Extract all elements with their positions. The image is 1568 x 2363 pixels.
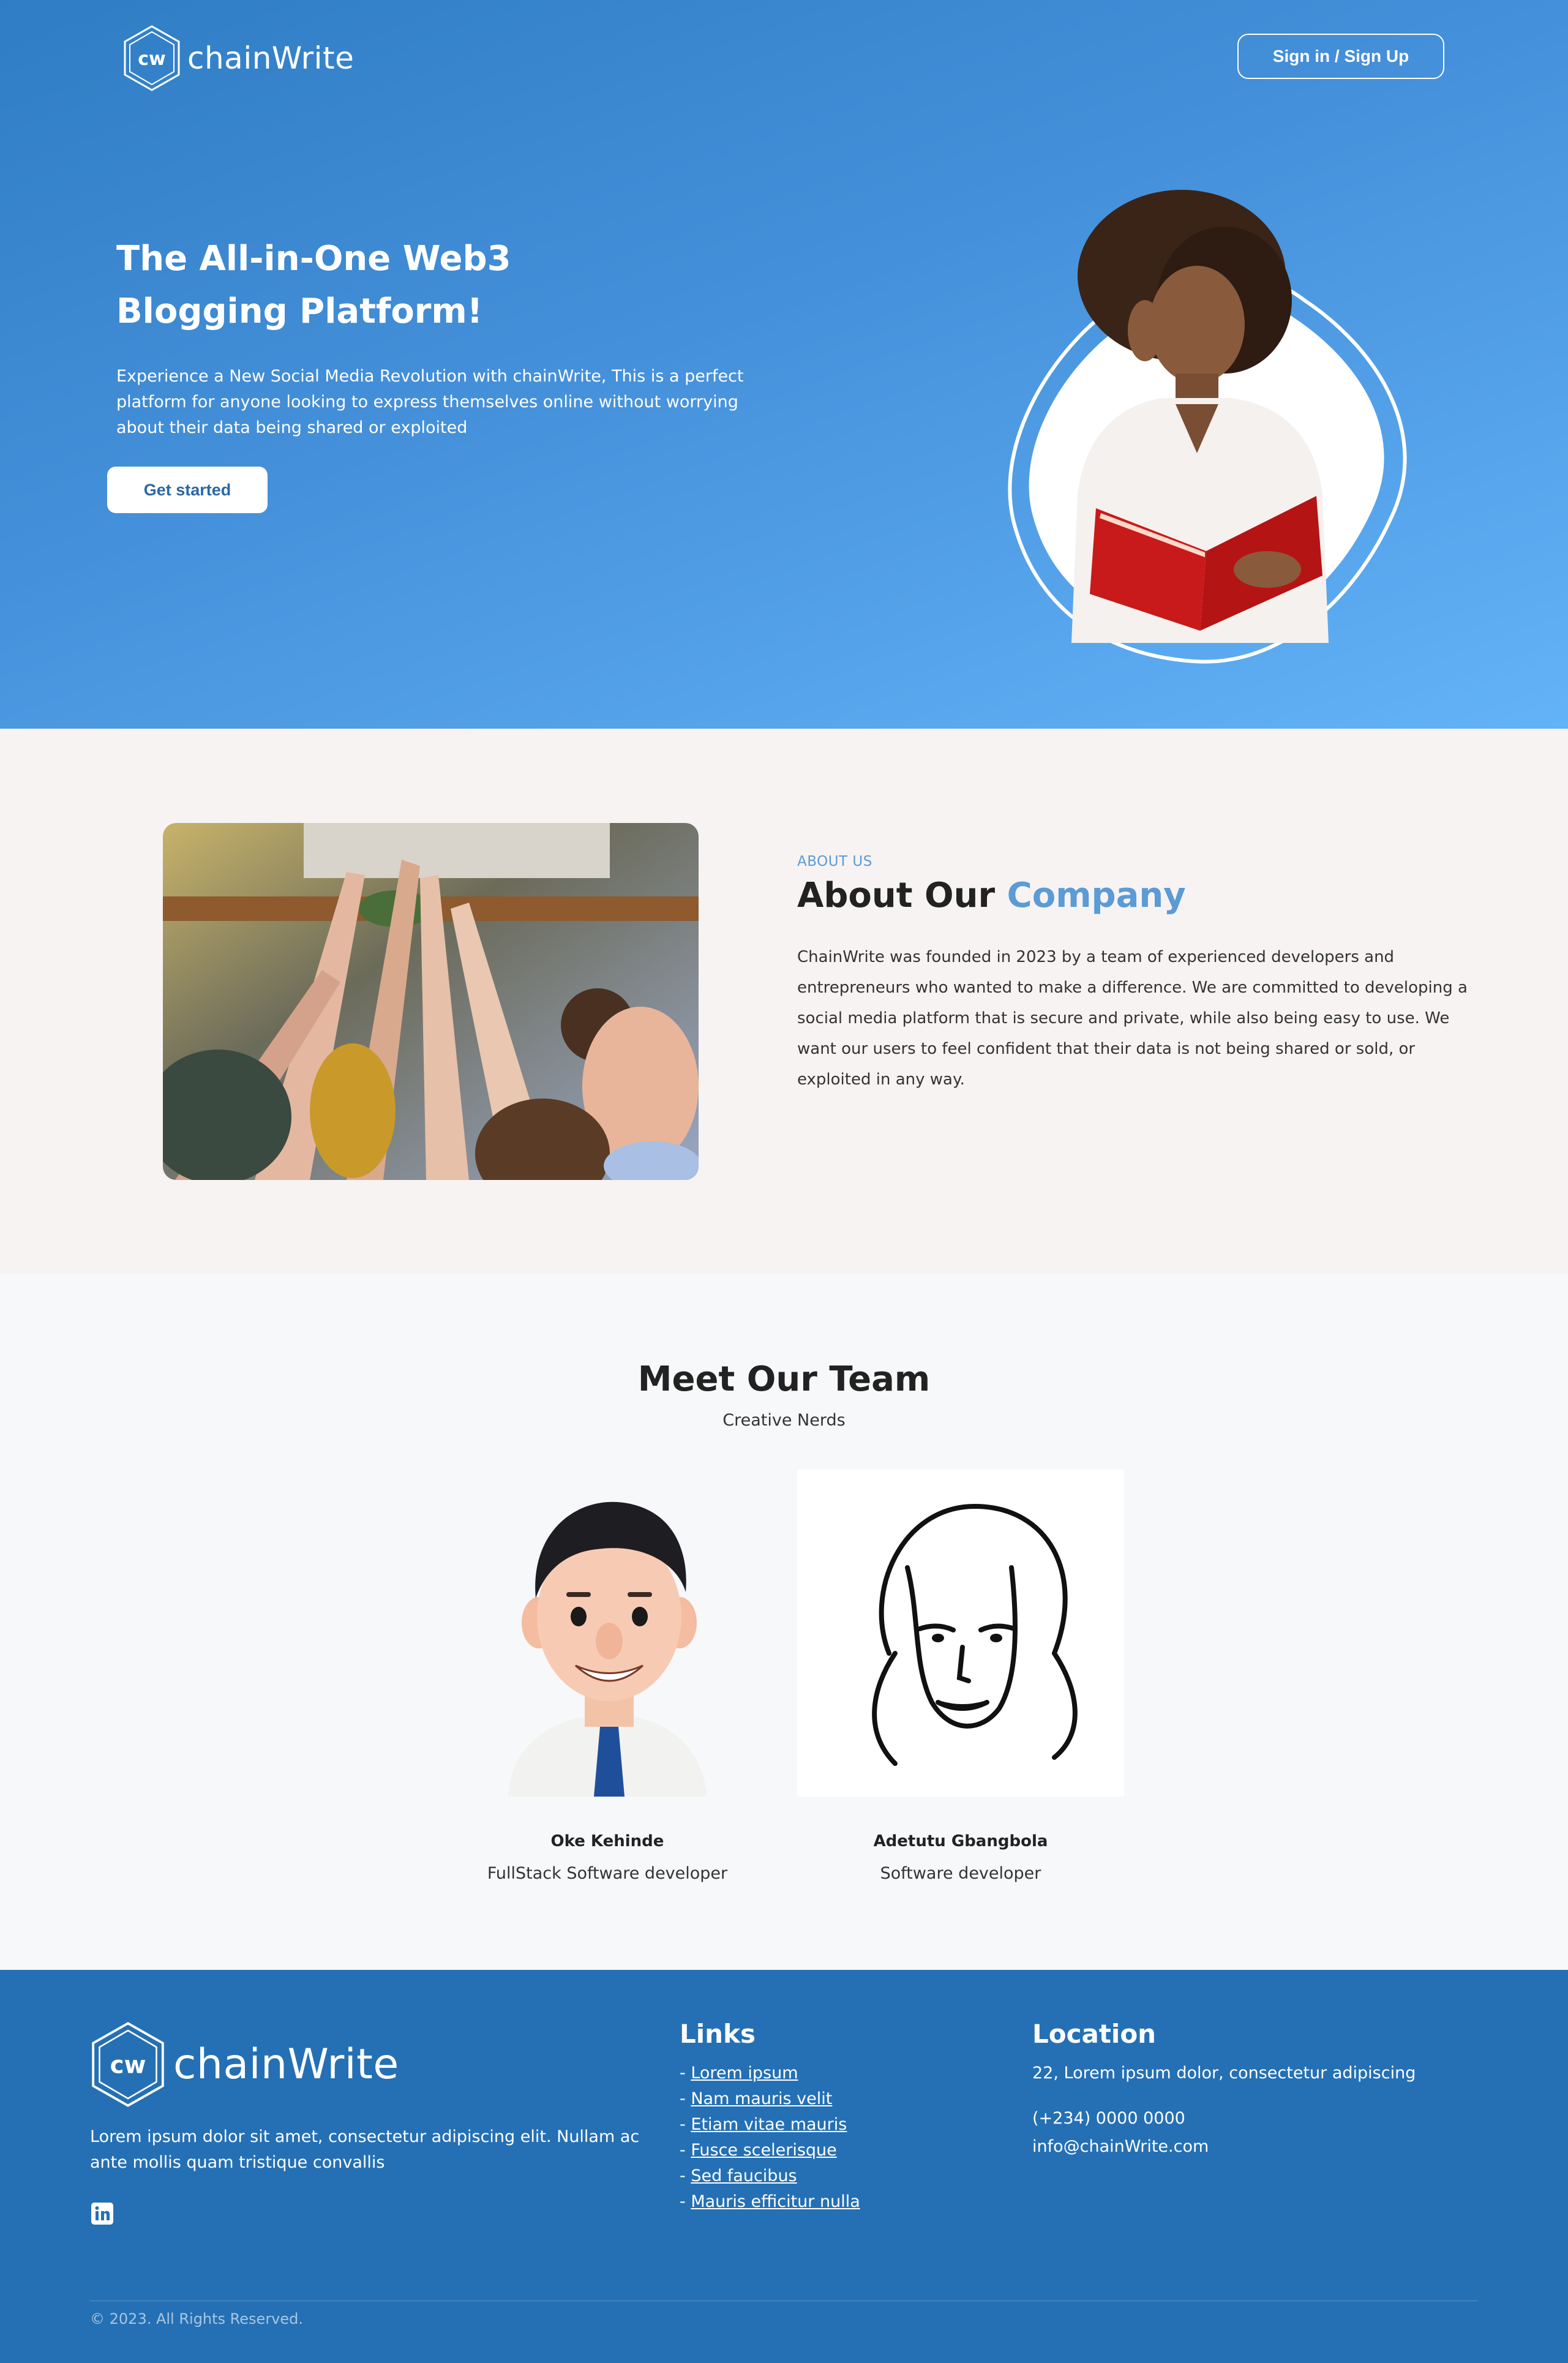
footer-link[interactable]: Lorem ipsum [691, 2064, 798, 2083]
footer-link[interactable]: Sed faucibus [691, 2166, 797, 2185]
logo-hexagon-icon: cw [124, 25, 180, 91]
team-member-name: Oke Kehinde [550, 1832, 664, 1850]
about-title-prefix: About Our [797, 876, 996, 915]
footer-links-list: - Lorem ipsum - Nam mauris velit - Etiam… [680, 2061, 860, 2215]
footer-brand-logo[interactable]: cw chainWrite [90, 2020, 399, 2109]
team-member-avatar [797, 1470, 1124, 1797]
team-member-role: Software developer [880, 1864, 1041, 1883]
about-title-accent: Company [1007, 876, 1186, 915]
signin-button[interactable]: Sign in / Sign Up [1237, 34, 1444, 79]
footer-link[interactable]: Etiam vitae mauris [691, 2115, 847, 2134]
footer-link-item: - Fusce scelerisque [680, 2138, 860, 2163]
logo-mark: cw [110, 2052, 146, 2079]
about-eyebrow: ABOUT US [797, 854, 872, 870]
footer-link-item: - Sed faucibus [680, 2163, 860, 2189]
hero-title: The All-in-One Web3 Blogging Platform! [116, 239, 511, 331]
hero-section: cw chainWrite Sign in / Sign Up The All-… [0, 0, 1568, 729]
hero-description: Experience a New Social Media Revolution… [116, 367, 744, 437]
about-section: ABOUT US About Our Company ChainWrite wa… [0, 729, 1568, 1274]
footer-links-title: Links [680, 2019, 756, 2049]
team-title: Meet Our Team [637, 1359, 931, 1399]
about-body: ChainWrite was founded in 2023 by a team… [797, 948, 1468, 1089]
team-subtitle: Creative Nerds [722, 1411, 846, 1430]
link-bullet: - [680, 2166, 691, 2185]
footer-link-item: - Etiam vitae mauris [680, 2112, 860, 2138]
footer-link[interactable]: Nam mauris velit [691, 2089, 832, 2108]
footer-link-item: - Mauris efficitur nulla [680, 2189, 860, 2215]
team-member-avatar [444, 1470, 771, 1797]
link-bullet: - [680, 2115, 691, 2134]
footer-link-item: - Lorem ipsum [680, 2061, 860, 2086]
footer-location: 22, Lorem ipsum dolor, consectetur adipi… [1032, 2061, 1416, 2160]
hero-woman-reading-illustration [1008, 190, 1407, 664]
footer-location-title: Location [1032, 2019, 1157, 2049]
get-started-button[interactable]: Get started [107, 467, 268, 513]
about-title: About Our Company [797, 876, 1186, 915]
footer-phone: (+234) 0000 0000 [1032, 2109, 1185, 2128]
link-bullet: - [680, 2089, 691, 2108]
footer-brand-name: chainWrite [173, 2040, 399, 2089]
team-member-name: Adetutu Gbangbola [873, 1832, 1048, 1850]
footer-address: 22, Lorem ipsum dolor, consectetur adipi… [1032, 2064, 1416, 2083]
footer-link-item: - Nam mauris velit [680, 2086, 860, 2112]
logo-hexagon-icon: cw [92, 2022, 164, 2107]
link-bullet: - [680, 2192, 691, 2211]
brand-name: chainWrite [187, 40, 354, 76]
logo-mark: cw [138, 48, 166, 70]
footer-link[interactable]: Fusce scelerisque [691, 2141, 836, 2160]
link-bullet: - [680, 2064, 691, 2083]
footer-about-text: Lorem ipsum dolor sit amet, consectetur … [90, 2127, 640, 2172]
team-section: Meet Our Team Creative Nerds Oke Kehinde… [0, 1274, 1568, 1970]
team-member-card: Adetutu Gbangbola Software developer [797, 1470, 1124, 1883]
team-member-role: FullStack Software developer [487, 1864, 728, 1883]
footer-email[interactable]: info@chainWrite.com [1032, 2134, 1416, 2160]
brand-logo[interactable]: cw chainWrite [122, 24, 354, 92]
linkedin-icon[interactable] [90, 2201, 114, 2226]
copyright-text: © 2023. All Rights Reserved. [90, 2310, 304, 2327]
footer-link[interactable]: Mauris efficitur nulla [691, 2192, 860, 2211]
team-member-card: Oke Kehinde FullStack Software developer [444, 1470, 771, 1883]
link-bullet: - [680, 2141, 691, 2160]
team-high-five-photo [163, 823, 699, 1180]
footer: cw chainWrite Lorem ipsum dolor sit amet… [0, 1970, 1568, 2363]
